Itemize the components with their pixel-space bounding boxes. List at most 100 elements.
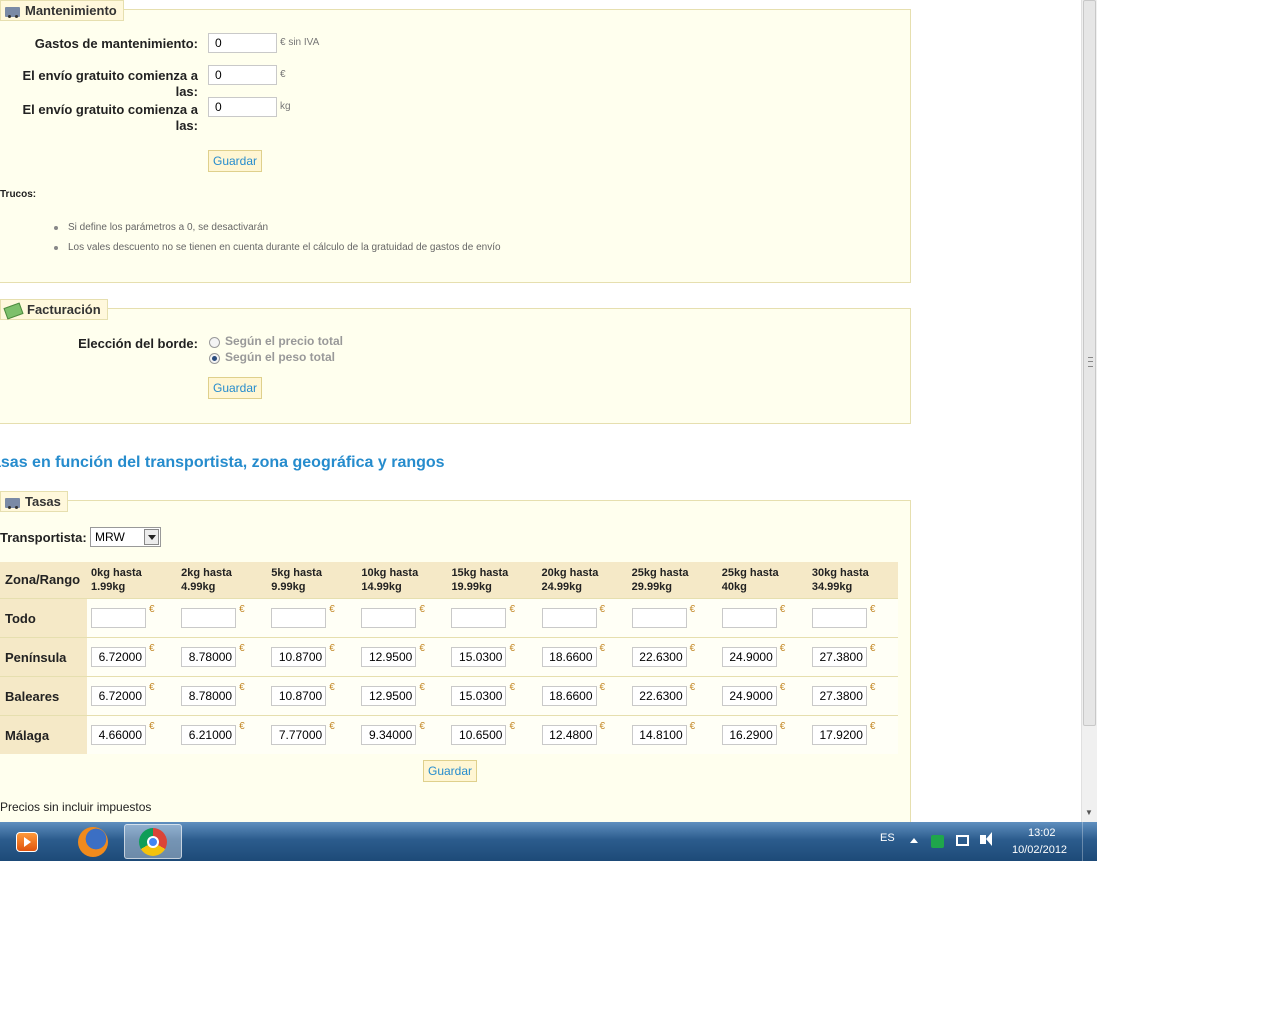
currency-symbol: € <box>689 604 696 615</box>
rate-input[interactable] <box>271 608 327 628</box>
currency-symbol: € <box>329 643 335 654</box>
currency-symbol: € <box>419 604 425 615</box>
taskbar-chrome[interactable] <box>124 824 182 859</box>
rate-input[interactable] <box>631 608 687 628</box>
rate-input[interactable] <box>181 608 237 628</box>
show-hidden-icons-icon[interactable] <box>910 838 918 843</box>
rate-input[interactable]: 12.4800 <box>541 725 597 745</box>
rate-input[interactable]: 27.3800 <box>811 686 867 706</box>
taskbar-media-player[interactable] <box>0 824 58 859</box>
currency-symbol: € <box>689 682 696 693</box>
rate-input[interactable]: 6.72000 <box>91 686 146 706</box>
tip-2: Los vales descuento no se tienen en cuen… <box>68 242 501 253</box>
language-indicator[interactable]: ES <box>880 832 895 844</box>
currency-symbol: € <box>419 721 425 732</box>
carrier-label: Transportista: <box>0 530 87 545</box>
rate-input[interactable]: 8.78000 <box>181 686 237 706</box>
volume-icon[interactable] <box>980 832 992 846</box>
rate-cell: 27.3800€ <box>807 676 898 716</box>
network-icon[interactable] <box>956 835 969 846</box>
show-desktop-button[interactable] <box>1082 822 1097 861</box>
rate-input[interactable]: 17.9200 <box>811 725 867 745</box>
rate-input[interactable] <box>811 608 867 628</box>
maintenance-cost-input[interactable] <box>208 33 277 53</box>
rate-input[interactable]: 10.8700 <box>271 647 327 667</box>
rate-input[interactable]: 6.72000 <box>91 647 146 667</box>
rate-cell: € <box>357 598 448 638</box>
rate-input[interactable] <box>361 608 417 628</box>
range-header-to: 19.99kg <box>451 581 492 593</box>
vertical-scrollbar[interactable]: ▼ <box>1081 0 1097 822</box>
rates-table: Zona/Rango 0kg hasta 1.99kg 2kg hasta 4.99k… <box>0 562 898 754</box>
chevron-down-icon[interactable] <box>144 529 159 545</box>
rate-input[interactable]: 16.2900 <box>721 725 777 745</box>
currency-symbol: € <box>239 604 245 615</box>
rate-input[interactable]: 12.9500 <box>361 686 417 706</box>
tip-bullet <box>54 246 58 250</box>
clock-time[interactable]: 13:02 <box>1028 827 1056 839</box>
free-shipping-weight-input[interactable] <box>208 97 277 117</box>
rate-cell: 22.6300€ <box>627 676 718 716</box>
media-player-icon <box>16 832 38 852</box>
rate-cell: 24.9000€ <box>717 676 808 716</box>
rate-input[interactable] <box>451 608 507 628</box>
rates-save-button[interactable]: Guardar <box>423 760 478 782</box>
zone-name: Baleares <box>0 676 87 716</box>
rate-cell: 9.34000€ <box>357 715 448 754</box>
rate-input[interactable]: 12.9500 <box>361 647 417 667</box>
rate-cell: € <box>447 598 538 638</box>
range-header: 20kg hasta 24.99kg <box>537 562 628 599</box>
range-header-from: 30kg hasta <box>811 567 869 579</box>
range-header-to: 34.99kg <box>811 581 853 593</box>
clock-date[interactable]: 10/02/2012 <box>1012 844 1067 856</box>
currency-symbol: € <box>599 643 606 654</box>
currency-symbol: € <box>419 643 425 654</box>
range-header-from: 2kg hasta <box>181 567 232 579</box>
maintenance-save-button[interactable]: Guardar <box>208 150 263 172</box>
rate-input[interactable]: 18.6600 <box>541 686 597 706</box>
range-header-from: 25kg hasta <box>631 567 689 579</box>
rate-input[interactable]: 22.6300 <box>631 686 687 706</box>
rate-input[interactable]: 15.0300 <box>451 647 507 667</box>
rate-input[interactable] <box>541 608 597 628</box>
rate-input[interactable]: 6.21000 <box>181 725 237 745</box>
rate-cell: 10.8700€ <box>267 676 358 716</box>
rates-body: Todo € € € € € € € € € Península 6.72000€ 8.78000€ 10… <box>0 598 898 754</box>
currency-symbol: € <box>509 604 515 615</box>
carrier-select[interactable]: MRW <box>90 527 161 547</box>
billing-choice-label: Elección del borde: <box>78 336 198 351</box>
free-shipping-price-label: El envío gratuito comienza a las: <box>22 68 198 99</box>
currency-symbol: € <box>149 643 155 654</box>
rate-input[interactable]: 15.0300 <box>451 686 507 706</box>
billing-save-button[interactable]: Guardar <box>208 377 263 399</box>
radio-total-price[interactable] <box>209 337 220 348</box>
free-shipping-price-input[interactable] <box>208 65 277 85</box>
currency-symbol: € <box>779 604 786 615</box>
security-shield-icon[interactable] <box>931 835 944 848</box>
rate-input[interactable]: 24.9000 <box>721 647 777 667</box>
rate-input[interactable]: 7.77000 <box>271 725 327 745</box>
rate-input[interactable]: 24.9000 <box>721 686 777 706</box>
rate-input[interactable]: 22.6300 <box>631 647 687 667</box>
billing-panel: Facturación <box>0 299 911 424</box>
rate-input[interactable] <box>91 608 146 628</box>
scroll-down-arrow-icon[interactable]: ▼ <box>1085 808 1093 817</box>
radio-total-weight[interactable] <box>209 353 220 364</box>
rate-input[interactable]: 27.3800 <box>811 647 867 667</box>
rate-input[interactable]: 14.8100 <box>631 725 687 745</box>
taskbar-firefox[interactable] <box>62 824 120 859</box>
scrollbar-thumb[interactable] <box>1083 0 1096 726</box>
rate-input[interactable]: 8.78000 <box>181 647 237 667</box>
rate-input[interactable]: 18.6600 <box>541 647 597 667</box>
billing-legend-text: Facturación <box>27 302 101 317</box>
currency-symbol: € <box>239 721 245 732</box>
rate-cell: € <box>267 598 358 638</box>
rate-input[interactable]: 9.34000 <box>361 725 417 745</box>
rate-input[interactable]: 10.8700 <box>271 686 327 706</box>
currency-symbol: € <box>509 682 515 693</box>
rate-input[interactable]: 4.66000 <box>91 725 146 745</box>
zone-name: Todo <box>0 598 87 638</box>
range-header: 25kg hasta 29.99kg <box>627 562 718 599</box>
rate-input[interactable]: 10.6500 <box>451 725 507 745</box>
rate-input[interactable] <box>721 608 777 628</box>
